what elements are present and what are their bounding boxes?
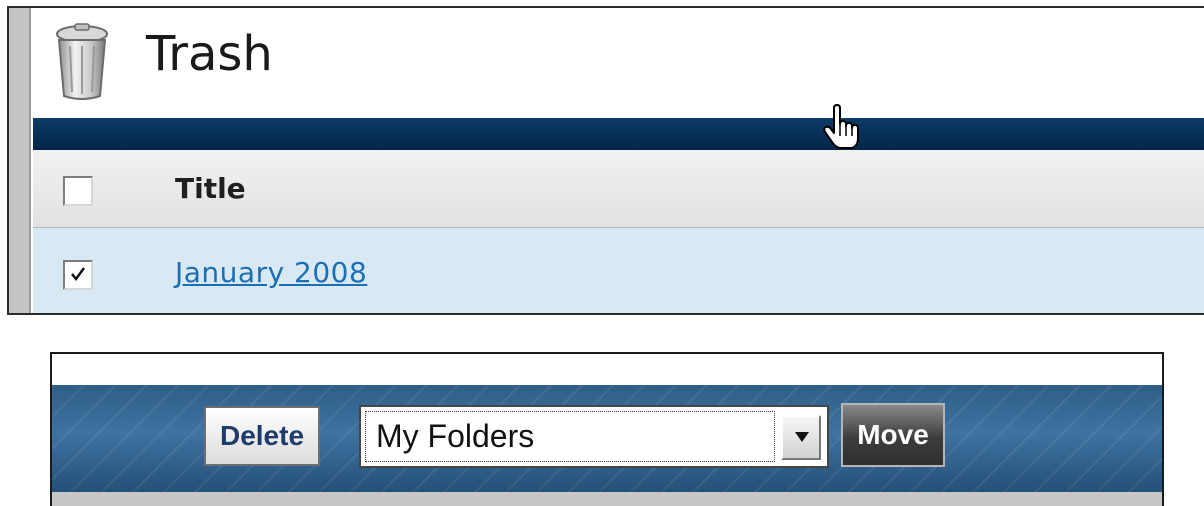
row-title-link[interactable]: January 2008 [175,256,367,289]
left-rail [9,8,31,313]
action-toolbar: Delete My Folders Move [50,352,1164,506]
row-checkbox[interactable] [63,260,93,290]
move-button[interactable]: Move [841,403,945,467]
toolbar-bar: Delete My Folders Move [52,385,1162,492]
trash-can-icon [56,23,108,100]
table-row[interactable]: January 2008 [33,228,1204,313]
trash-panel: Trash Title January 2008 [7,6,1204,315]
select-all-checkbox[interactable] [63,176,93,206]
table-header-row: Title [33,150,1204,228]
select-focus-ring: My Folders [365,411,775,462]
panel-header: Trash [33,8,1204,118]
toolbar-bottom-strip [52,492,1162,506]
column-header-title[interactable]: Title [175,172,246,205]
folder-select-value: My Folders [376,418,535,454]
checkmark-icon [71,267,86,282]
dropdown-arrow-button[interactable] [781,415,821,460]
hand-pointer-icon [823,104,859,149]
chevron-down-icon [795,432,809,442]
folder-select[interactable]: My Folders [359,405,829,468]
delete-button[interactable]: Delete [204,406,320,466]
page-title: Trash [146,26,273,82]
header-bar [33,118,1204,150]
